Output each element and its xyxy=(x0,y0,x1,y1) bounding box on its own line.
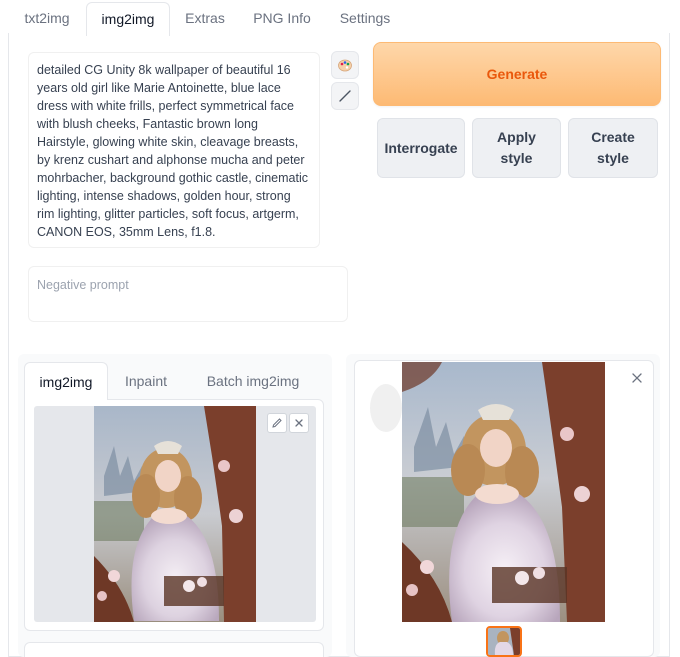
palette-icon xyxy=(338,59,352,72)
main-tab-bar: txt2img img2img Extras PNG Info Settings xyxy=(8,0,670,36)
settings-strip xyxy=(24,642,324,657)
apply-style-button[interactable]: Apply style xyxy=(472,118,561,178)
clear-image-button[interactable] xyxy=(289,413,309,433)
tab-png-info[interactable]: PNG Info xyxy=(244,2,320,34)
negative-prompt-textarea[interactable]: Negative prompt xyxy=(28,266,348,322)
tab-extras[interactable]: Extras xyxy=(174,2,236,34)
tab-txt2img[interactable]: txt2img xyxy=(12,2,82,34)
edit-image-button[interactable] xyxy=(267,413,287,433)
subtab-img2img[interactable]: img2img xyxy=(24,362,108,400)
close-icon[interactable] xyxy=(630,371,644,385)
pencil-icon xyxy=(272,418,282,428)
show-extra-networks-button[interactable] xyxy=(331,51,359,79)
generate-button[interactable]: Generate xyxy=(373,42,661,106)
subtab-inpaint[interactable]: Inpaint xyxy=(114,362,178,400)
tab-settings[interactable]: Settings xyxy=(328,2,402,34)
paste-prompt-button[interactable] xyxy=(331,82,359,110)
prompt-textarea[interactable]: detailed CG Unity 8k wallpaper of beauti… xyxy=(28,52,320,248)
init-image xyxy=(94,406,256,622)
close-icon xyxy=(295,419,303,427)
create-style-button[interactable]: Create style xyxy=(568,118,658,178)
paint-brush-icon xyxy=(339,90,351,102)
interrogate-button[interactable]: Interrogate xyxy=(377,118,465,178)
subtab-batch-img2img[interactable]: Batch img2img xyxy=(192,362,314,400)
gallery-thumbnail-selected[interactable] xyxy=(486,626,522,657)
tab-img2img[interactable]: img2img xyxy=(86,2,170,36)
gallery-blur-shadow xyxy=(370,384,402,432)
gallery-thumbnail-image xyxy=(488,628,520,655)
output-image[interactable] xyxy=(402,362,605,622)
